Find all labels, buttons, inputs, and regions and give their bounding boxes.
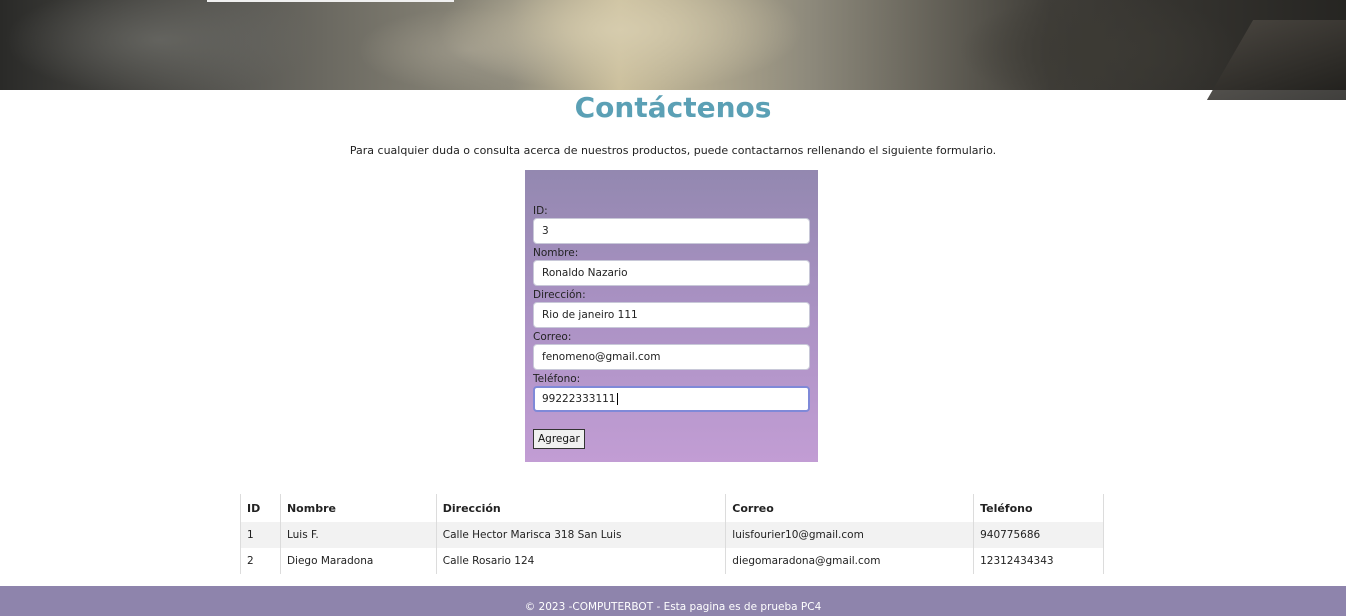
table-header-row: ID Nombre Dirección Correo Teléfono — [240, 494, 1104, 522]
table-cell-nombre: Diego Maradona — [279, 548, 437, 574]
correo-input[interactable]: fenomeno@gmail.com — [533, 344, 810, 370]
text-caret — [616, 393, 618, 405]
correo-label: Correo: — [533, 331, 572, 343]
direccion-label: Dirección: — [533, 289, 586, 301]
table-cell-id: 2 — [240, 548, 281, 574]
table-cell-correo: diegomaradona@gmail.com — [725, 548, 975, 574]
column-header-nombre: Nombre — [279, 494, 437, 522]
page-intro: Para cualquier duda o consulta acerca de… — [349, 144, 997, 157]
column-header-telefono: Teléfono — [973, 494, 1104, 522]
page-footer: © 2023 -COMPUTERBOT - Esta pagina es de … — [0, 586, 1346, 616]
nombre-label: Nombre: — [533, 247, 579, 259]
table-cell-direccion: Calle Rosario 124 — [435, 548, 727, 574]
page-title: Contáctenos — [574, 91, 772, 124]
correo-input-value: fenomeno@gmail.com — [542, 351, 661, 363]
telefono-label: Teléfono: — [533, 373, 581, 385]
table-cell-telefono: 940775686 — [973, 522, 1104, 548]
nombre-input[interactable]: Ronaldo Nazario — [533, 260, 810, 286]
contact-form: ID: 3 Nombre: Ronaldo Nazario Dirección:… — [525, 170, 818, 462]
telefono-input-value: 99222333111 — [542, 393, 616, 405]
agregar-button[interactable]: Agregar — [533, 429, 585, 449]
id-input-value: 3 — [542, 225, 549, 237]
banner-top-bar — [207, 0, 454, 2]
table-cell-id: 1 — [240, 522, 281, 548]
contacts-table: ID Nombre Dirección Correo Teléfono 1 Lu… — [240, 494, 1104, 574]
column-header-direccion: Dirección — [435, 494, 727, 522]
table-cell-nombre: Luis F. — [279, 522, 437, 548]
telefono-input[interactable]: 99222333111 — [533, 386, 810, 412]
header-banner-image — [0, 0, 1346, 100]
id-label: ID: — [533, 205, 548, 217]
direccion-input-value: Rio de janeiro 111 — [542, 309, 638, 321]
table-row: 1 Luis F. Calle Hector Marisca 318 San L… — [240, 522, 1104, 548]
column-header-id: ID — [240, 494, 281, 522]
table-cell-direccion: Calle Hector Marisca 318 San Luis — [435, 522, 727, 548]
nombre-input-value: Ronaldo Nazario — [542, 267, 628, 279]
direccion-input[interactable]: Rio de janeiro 111 — [533, 302, 810, 328]
id-input[interactable]: 3 — [533, 218, 810, 244]
column-header-correo: Correo — [725, 494, 975, 522]
table-cell-telefono: 12312434343 — [973, 548, 1104, 574]
table-cell-correo: luisfourier10@gmail.com — [725, 522, 975, 548]
table-row: 2 Diego Maradona Calle Rosario 124 diego… — [240, 548, 1104, 574]
banner-decoration — [1206, 20, 1346, 100]
